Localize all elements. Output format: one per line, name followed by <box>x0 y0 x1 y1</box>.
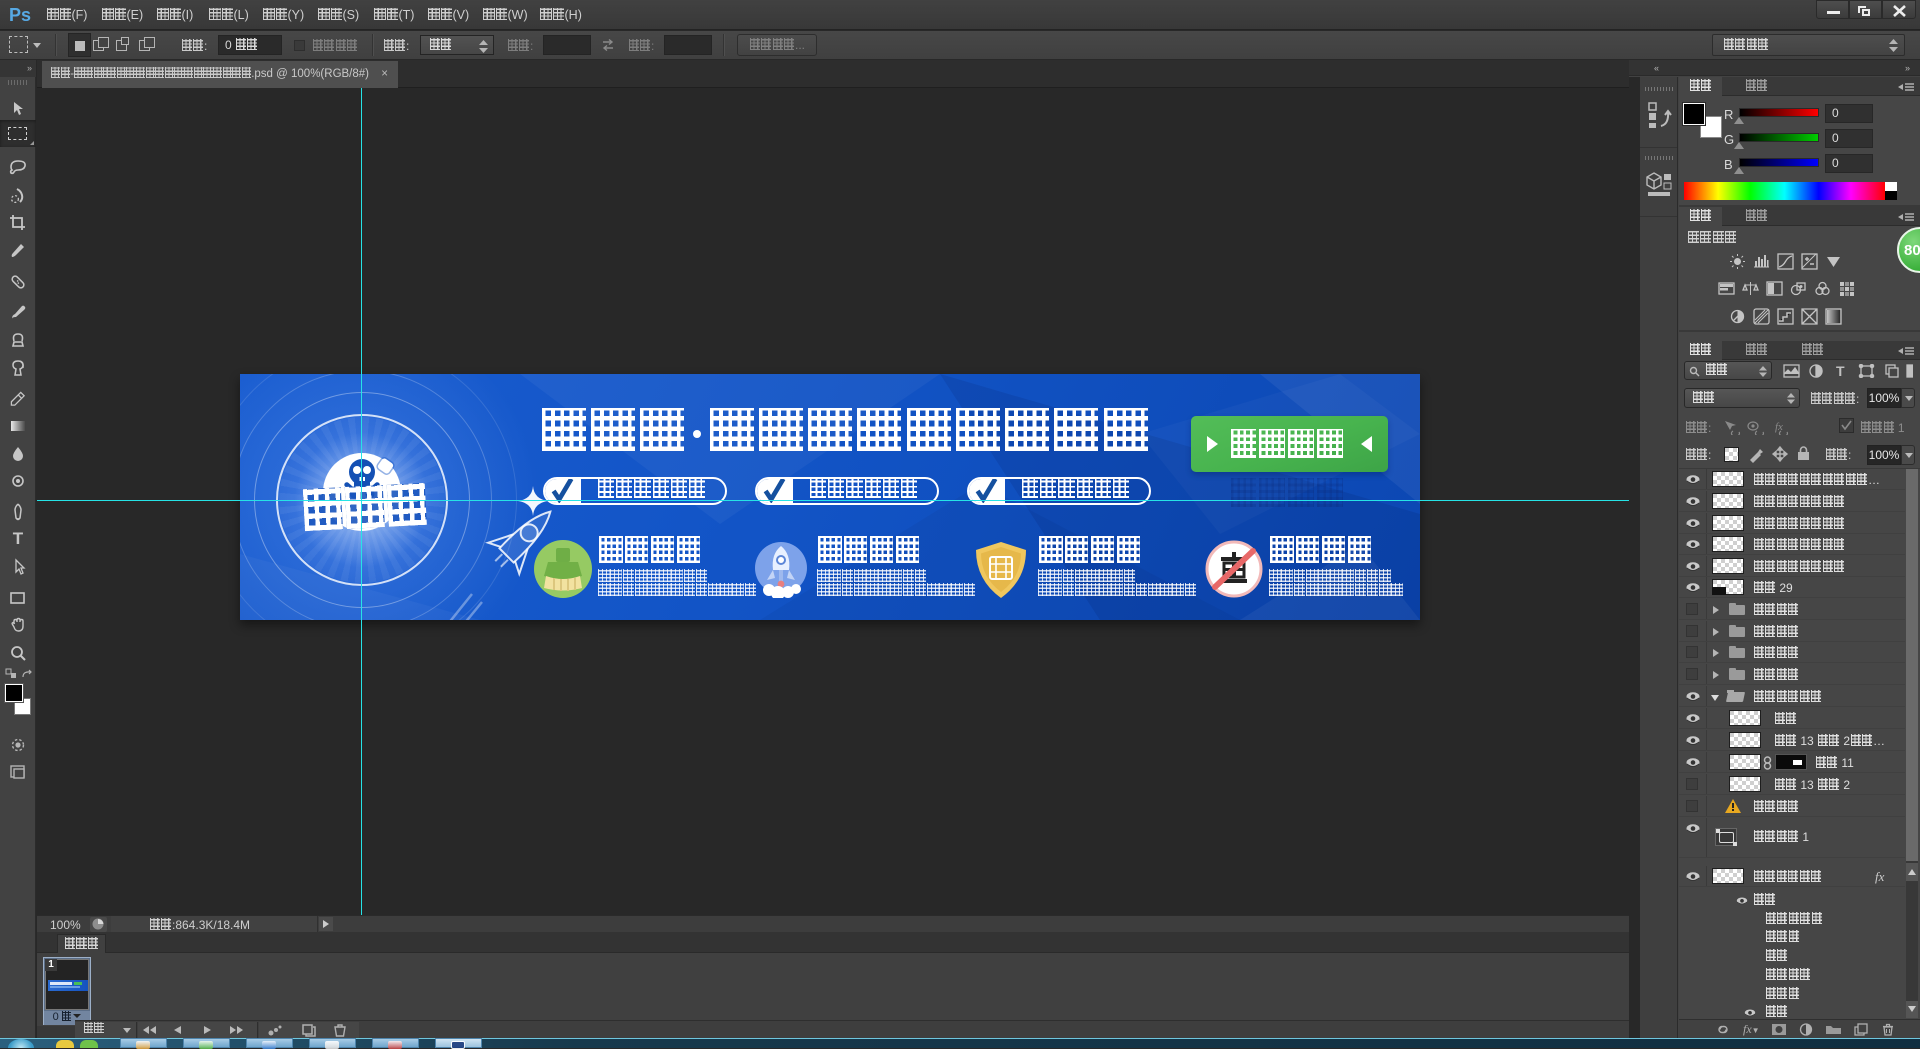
svg-text:T: T <box>1836 364 1845 378</box>
svg-text:fx: fx <box>1775 421 1783 433</box>
